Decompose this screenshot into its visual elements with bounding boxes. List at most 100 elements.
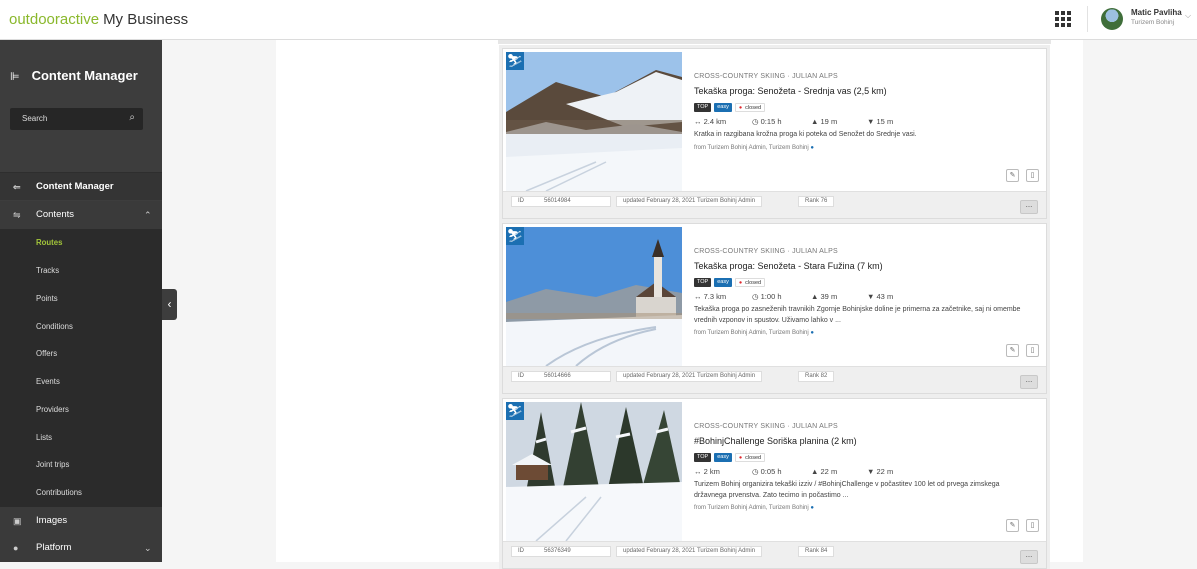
info-icon[interactable]: ● [810, 505, 814, 511]
edit-button[interactable]: ✎ [1006, 169, 1019, 182]
sidebar: ⊫ Content Manager Search ⌕ ⇐ Content Mana… [0, 40, 162, 562]
bookmark-button[interactable]: ▯ [1026, 169, 1039, 182]
sidebar-item-routes[interactable]: Routes [0, 229, 162, 257]
sidebar-item-conditions[interactable]: Conditions [0, 313, 162, 341]
top-badge: TOP [694, 102, 712, 112]
route-description: Kratka in razgibana krožna proga ki pote… [694, 131, 917, 138]
sidebar-item-label: Contents [36, 209, 75, 220]
distance-stat: ↔ 2 km [694, 467, 720, 476]
id-field: ID 56376349 [511, 546, 611, 557]
chevron-up-icon: ⌃ [144, 210, 152, 220]
sidebar-item-contents[interactable]: ⇋ Contents ⌃ [0, 201, 162, 229]
route-title[interactable]: #BohinjChallenge Soriška planina (2 km) [694, 436, 1034, 446]
sidebar-item-points[interactable]: Points [0, 285, 162, 313]
ascent-stat: ▲ 19 m [811, 117, 838, 126]
updated-field: updated February 28, 2021 Turizem Bohinj… [616, 546, 763, 557]
bookmark-button[interactable]: ▯ [1026, 519, 1039, 532]
ascent-stat: ▲ 22 m [811, 467, 838, 476]
edit-button[interactable]: ✎ [1006, 519, 1019, 532]
route-card[interactable]: ⛷ CROSS-COUNTRY SKIING · JULIAN ALPS Tek… [502, 223, 1047, 394]
search-placeholder: Search [22, 114, 48, 123]
duration-stat: ◷ 1:00 h [752, 292, 782, 301]
top-badge: TOP [694, 452, 712, 462]
ski-icon: ⛷ [506, 402, 524, 420]
sidebar-item-content-manager[interactable]: ⇐ Content Manager [0, 172, 162, 200]
ski-icon: ⛷ [506, 52, 524, 70]
route-image[interactable]: ⛷ [506, 227, 682, 366]
edit-button[interactable]: ✎ [1006, 344, 1019, 357]
sidebar-item-joint-trips[interactable]: Joint trips [0, 451, 162, 479]
app-logo[interactable]: outdooractive My Business [9, 11, 188, 28]
descent-stat: ▼ 15 m [867, 117, 894, 126]
duration-stat: ◷ 0:05 h [752, 467, 782, 476]
sidebar-item-images[interactable]: ▣ Images [0, 507, 162, 535]
ski-icon: ⛷ [506, 227, 524, 245]
distance-stat: ↔ 2.4 km [694, 117, 727, 126]
route-card[interactable]: ⛷ CROSS-COUNTRY SKIING · JULIAN ALPS Tek… [502, 48, 1047, 219]
avatar[interactable] [1101, 8, 1123, 30]
sidebar-title: ⊫ Content Manager [10, 68, 138, 83]
chevron-down-icon: ⌄ [144, 543, 152, 553]
search-input[interactable]: Search ⌕ [10, 108, 143, 130]
logo-brand: outdooractive [9, 11, 100, 28]
route-image[interactable]: ⛷ [506, 52, 682, 191]
route-author: from Turizem Bohinj Admin, Turizem Bohin… [694, 505, 815, 511]
route-description: Tekaška proga po zasneženih travnikih Zg… [694, 306, 1021, 324]
list-top-edge [498, 40, 1051, 44]
difficulty-badge: easy [714, 102, 732, 112]
sidebar-collapse-button[interactable]: ‹ [162, 289, 177, 320]
descent-stat: ▼ 43 m [867, 292, 894, 301]
sidebar-item-offers[interactable]: Offers [0, 340, 162, 368]
difficulty-badge: easy [714, 277, 732, 287]
route-category: CROSS-COUNTRY SKIING · JULIAN ALPS [694, 423, 838, 430]
sidebar-item-providers[interactable]: Providers [0, 396, 162, 424]
route-description: Turizem Bohinj organizira tekaški izziv … [694, 481, 1000, 499]
card-footer: ID 56014666 updated February 28, 2021 Tur… [503, 366, 1046, 393]
logo-product: My Business [103, 11, 189, 28]
sidebar-item-platform[interactable]: ● Platform ⌄ [0, 534, 162, 562]
search-icon[interactable]: ⌕ [129, 112, 135, 123]
descent-stat: ▼ 22 m [867, 467, 894, 476]
rank-field: Rank 76 [798, 196, 835, 207]
status-badge: ● closed [734, 452, 766, 462]
sidebar-item-events[interactable]: Events [0, 368, 162, 396]
route-photo [506, 227, 682, 366]
more-options-button[interactable]: ... [1020, 200, 1038, 214]
status-badge: ● closed [734, 102, 766, 112]
route-author: from Turizem Bohinj Admin, Turizem Bohin… [694, 144, 815, 151]
sidebar-item-contributions[interactable]: Contributions [0, 479, 162, 507]
apps-grid-icon[interactable] [1055, 11, 1071, 27]
sidebar-item-tracks[interactable]: Tracks [0, 257, 162, 285]
route-card[interactable]: ⛷ CROSS-COUNTRY SKIING · JULIAN ALPS #Bo… [502, 398, 1047, 569]
route-author: from Turizem Bohinj Admin, Turizem Bohin… [694, 330, 815, 336]
sidebar-item-label: Content Manager [36, 181, 114, 192]
updated-field: updated February 28, 2021 Turizem Bohinj… [616, 196, 763, 207]
id-field: ID 56014984 [511, 196, 611, 207]
user-org: Turizem Bohinj [1131, 19, 1175, 26]
header-divider [1087, 6, 1088, 32]
image-icon: ▣ [13, 516, 22, 526]
distance-stat: ↔ 7.3 km [694, 292, 727, 301]
sidebar-item-label: Platform [36, 542, 72, 553]
route-photo [506, 52, 682, 191]
sidebar-title-label: Content Manager [31, 68, 138, 83]
info-icon[interactable]: ● [810, 145, 814, 151]
user-name[interactable]: Matic Pavliha [1131, 8, 1182, 17]
bookmark-button[interactable]: ▯ [1026, 344, 1039, 357]
content-manager-icon: ⊫ [10, 71, 20, 83]
globe-icon: ● [13, 543, 19, 553]
info-icon[interactable]: ● [810, 330, 814, 336]
more-options-button[interactable]: ... [1020, 375, 1038, 389]
sidebar-item-label: Images [36, 515, 68, 526]
sidebar-item-lists[interactable]: Lists [0, 424, 162, 452]
arrow-left-icon: ⇐ [13, 182, 21, 192]
route-title[interactable]: Tekaška proga: Senožeta - Srednja vas (2… [694, 86, 1034, 96]
route-category: CROSS-COUNTRY SKIING · JULIAN ALPS [694, 73, 838, 80]
right-gutter [1083, 40, 1197, 562]
chevron-down-icon[interactable]: ⌵ [1185, 11, 1191, 21]
rank-field: Rank 84 [798, 546, 835, 557]
route-title[interactable]: Tekaška proga: Senožeta - Stara Fužina (… [694, 261, 1034, 271]
duration-stat: ◷ 0:15 h [752, 117, 782, 126]
updated-field: updated February 28, 2021 Turizem Bohinj… [616, 371, 763, 382]
route-image[interactable]: ⛷ [506, 402, 682, 541]
